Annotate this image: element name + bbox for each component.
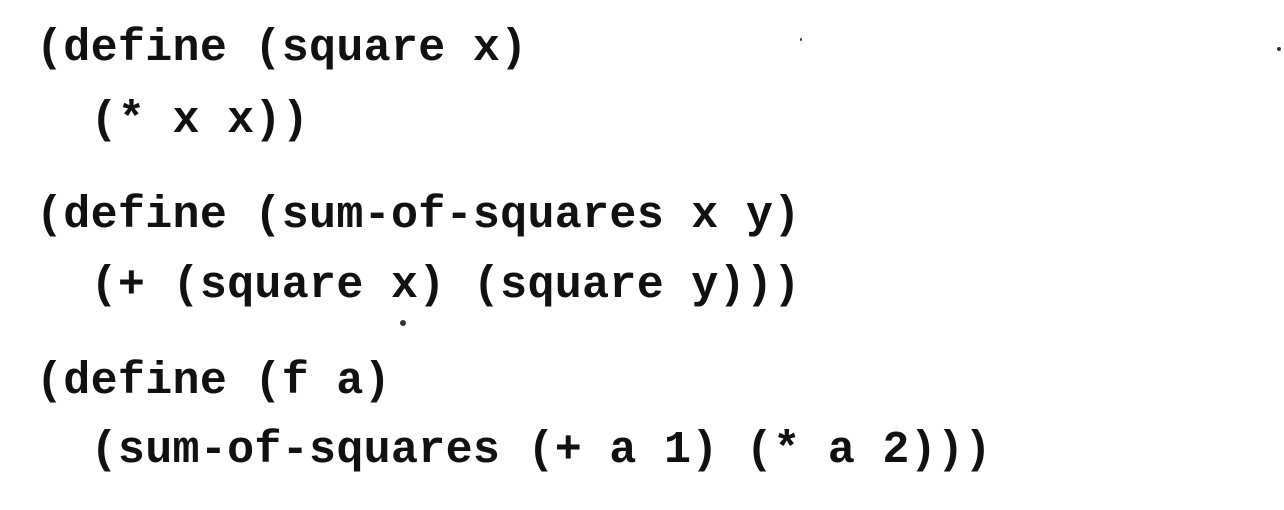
scan-speck <box>800 38 802 41</box>
code-line-f-body: (sum-of-squares (+ a 1) (* a 2))) <box>36 425 992 476</box>
code-line-define-sum-of-squares: (define (sum-of-squares x y) <box>36 190 801 241</box>
code-line-define-f: (define (f a) <box>36 356 391 407</box>
scan-speck <box>400 320 406 326</box>
scan-speck <box>1277 47 1281 51</box>
code-line-define-square: (define (square x) <box>36 23 528 74</box>
code-line-square-body: (* x x)) <box>36 95 310 146</box>
code-line-sum-of-squares-body: (+ (square x) (square y))) <box>36 260 801 311</box>
